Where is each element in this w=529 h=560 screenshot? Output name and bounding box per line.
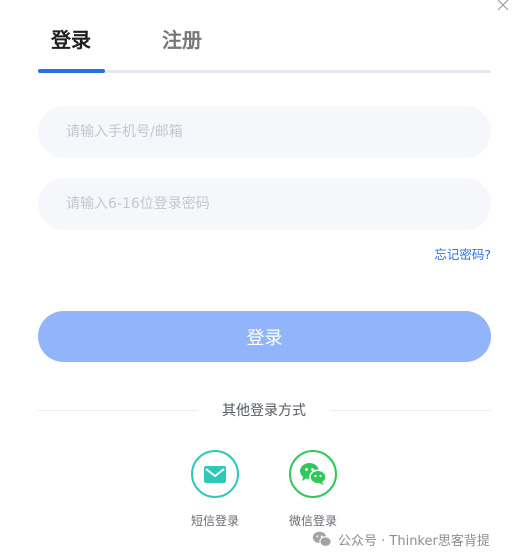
login-tabs: 登录 注册 — [38, 0, 491, 74]
login-button[interactable]: 登录 — [38, 311, 491, 362]
password-input[interactable] — [38, 178, 491, 230]
wechat-login-button[interactable] — [289, 450, 337, 498]
forgot-password-link[interactable]: 忘记密码? — [434, 244, 491, 263]
divider-left — [38, 410, 198, 411]
divider-right — [330, 410, 491, 411]
wechat-login: 微信登录 — [273, 450, 353, 529]
tab-track — [38, 70, 491, 73]
active-tab-indicator — [38, 69, 105, 73]
watermark-text: 公众号 · Thinker思客背提 — [338, 533, 490, 549]
account-input[interactable] — [38, 106, 491, 158]
envelope-icon — [204, 465, 226, 483]
sms-login-button[interactable] — [191, 450, 239, 498]
other-login-title: 其他登录方式 — [222, 403, 306, 419]
wechat-icon — [300, 463, 327, 485]
wechat-login-label: 微信登录 — [288, 514, 337, 528]
wechat-icon — [312, 531, 332, 547]
sms-login-label: 短信登录 — [190, 514, 239, 528]
tab-register[interactable]: 注册 — [162, 26, 202, 54]
tab-login[interactable]: 登录 — [51, 26, 91, 54]
watermark: 公众号 · Thinker思客背提 — [312, 529, 490, 549]
sms-login: 短信登录 — [175, 450, 255, 529]
close-icon[interactable] — [496, 0, 510, 12]
